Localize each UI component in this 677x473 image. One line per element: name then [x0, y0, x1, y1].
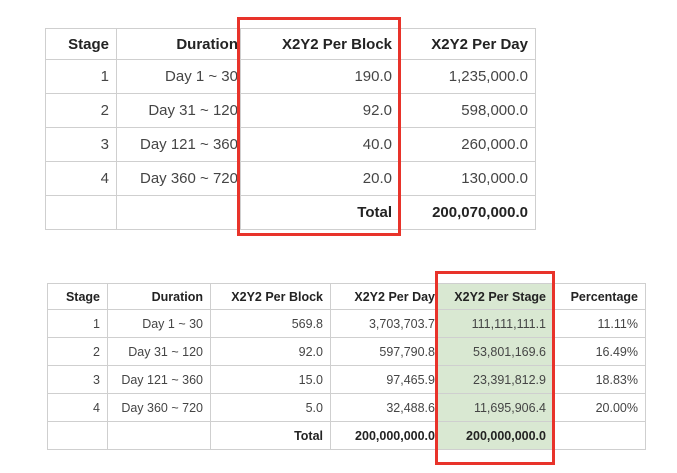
cell-stage: 1: [48, 310, 108, 338]
cell-per-day: 1,235,000.0: [400, 60, 536, 94]
cell-stage: 3: [46, 128, 117, 162]
cell-per-block: 92.0: [241, 94, 400, 128]
cell-stage: 4: [46, 162, 117, 196]
table-row: 1 Day 1 ~ 30 190.0 1,235,000.0: [46, 60, 536, 94]
column-header-stage: Stage: [46, 29, 117, 60]
cell-stage: 4: [48, 394, 108, 422]
cell-per-block: 40.0: [241, 128, 400, 162]
cell-duration: Day 1 ~ 30: [117, 60, 241, 94]
cell-empty: [48, 422, 108, 450]
cell-per-day: 130,000.0: [400, 162, 536, 196]
cell-total-value: 200,070,000.0: [400, 196, 536, 230]
column-header-percentage: Percentage: [554, 284, 646, 310]
cell-percentage: 11.11%: [554, 310, 646, 338]
column-header-duration: Duration: [108, 284, 211, 310]
cell-per-block: 569.8: [211, 310, 331, 338]
cell-per-day: 597,790.8: [331, 338, 438, 366]
cell-duration: Day 31 ~ 120: [108, 338, 211, 366]
cell-per-block: 15.0: [211, 366, 331, 394]
cell-per-block: 92.0: [211, 338, 331, 366]
cell-per-stage: 111,111,111.1: [438, 310, 554, 338]
table-row: 3 Day 121 ~ 360 15.0 97,465.9 23,391,812…: [48, 366, 646, 394]
column-header-per-block: X2Y2 Per Block: [241, 29, 400, 60]
page-canvas: Stage Duration X2Y2 Per Block X2Y2 Per D…: [0, 0, 677, 473]
cell-stage: 1: [46, 60, 117, 94]
cell-per-day: 32,488.6: [331, 394, 438, 422]
table-row: 3 Day 121 ~ 360 40.0 260,000.0: [46, 128, 536, 162]
table-header-row: Stage Duration X2Y2 Per Block X2Y2 Per D…: [46, 29, 536, 60]
cell-per-stage: 23,391,812.9: [438, 366, 554, 394]
cell-total-label: Total: [241, 196, 400, 230]
schedule-table-bottom: Stage Duration X2Y2 Per Block X2Y2 Per D…: [47, 283, 646, 450]
cell-per-block: 190.0: [241, 60, 400, 94]
table-row: 4 Day 360 ~ 720 5.0 32,488.6 11,695,906.…: [48, 394, 646, 422]
cell-duration: Day 31 ~ 120: [117, 94, 241, 128]
column-header-duration: Duration: [117, 29, 241, 60]
cell-total-value: 200,000,000.0: [331, 422, 438, 450]
column-header-per-block: X2Y2 Per Block: [211, 284, 331, 310]
cell-stage: 2: [48, 338, 108, 366]
cell-empty: [117, 196, 241, 230]
column-header-per-day: X2Y2 Per Day: [400, 29, 536, 60]
column-header-stage: Stage: [48, 284, 108, 310]
cell-duration: Day 121 ~ 360: [117, 128, 241, 162]
cell-percentage: 20.00%: [554, 394, 646, 422]
table-row: 1 Day 1 ~ 30 569.8 3,703,703.7 111,111,1…: [48, 310, 646, 338]
cell-empty: [108, 422, 211, 450]
cell-empty: [46, 196, 117, 230]
table-row: 4 Day 360 ~ 720 20.0 130,000.0: [46, 162, 536, 196]
cell-per-day: 3,703,703.7: [331, 310, 438, 338]
cell-stage: 3: [48, 366, 108, 394]
table-total-row: Total 200,000,000.0 200,000,000.0: [48, 422, 646, 450]
cell-percentage: 16.49%: [554, 338, 646, 366]
cell-duration: Day 1 ~ 30: [108, 310, 211, 338]
cell-duration: Day 360 ~ 720: [108, 394, 211, 422]
cell-total-label: Total: [211, 422, 331, 450]
cell-per-day: 598,000.0: [400, 94, 536, 128]
cell-per-block: 5.0: [211, 394, 331, 422]
column-header-per-stage: X2Y2 Per Stage: [438, 284, 554, 310]
cell-duration: Day 121 ~ 360: [108, 366, 211, 394]
cell-duration: Day 360 ~ 720: [117, 162, 241, 196]
schedule-table-top: Stage Duration X2Y2 Per Block X2Y2 Per D…: [45, 28, 536, 230]
cell-empty: [554, 422, 646, 450]
table-total-row: Total 200,070,000.0: [46, 196, 536, 230]
cell-stage: 2: [46, 94, 117, 128]
table-header-row: Stage Duration X2Y2 Per Block X2Y2 Per D…: [48, 284, 646, 310]
cell-percentage: 18.83%: [554, 366, 646, 394]
cell-per-day: 260,000.0: [400, 128, 536, 162]
table-row: 2 Day 31 ~ 120 92.0 598,000.0: [46, 94, 536, 128]
cell-per-stage: 53,801,169.6: [438, 338, 554, 366]
cell-per-block: 20.0: [241, 162, 400, 196]
cell-per-day: 97,465.9: [331, 366, 438, 394]
table-row: 2 Day 31 ~ 120 92.0 597,790.8 53,801,169…: [48, 338, 646, 366]
cell-total-value: 200,000,000.0: [438, 422, 554, 450]
column-header-per-day: X2Y2 Per Day: [331, 284, 438, 310]
cell-per-stage: 11,695,906.4: [438, 394, 554, 422]
